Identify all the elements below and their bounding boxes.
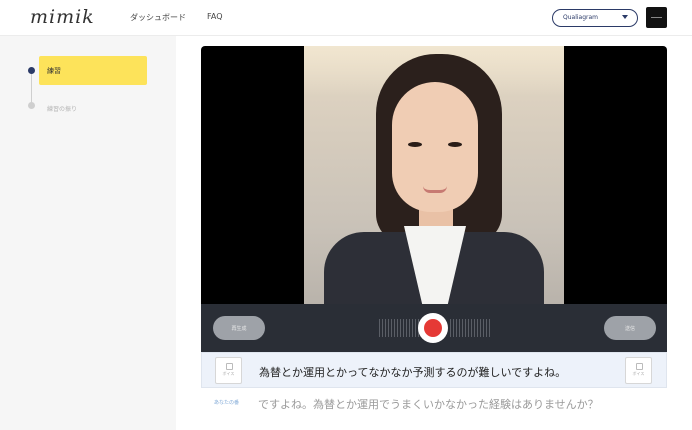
voice-icon[interactable]: ボイス [625,357,652,384]
reply-label[interactable]: あなたの番 [214,399,239,406]
avatar-eye-right [448,142,462,147]
voice-icon[interactable]: ボイス [215,357,242,384]
avatar-video [304,46,564,304]
workspace-select-value: Qualiagram [563,14,599,21]
hamburger-icon [651,17,662,18]
waveform-right [450,319,490,337]
suggested-reply: ですよね。為替とか運用でうまくいかなかった経験はありませんか？ [258,398,599,411]
menu-button[interactable] [646,7,667,28]
step-review[interactable]: 練習の振り [47,104,77,113]
step-connector [31,71,32,104]
avatar-mouth [423,186,447,193]
regenerate-button[interactable]: 再生成 [213,316,265,340]
avatar-eye-left [408,142,422,147]
sidebar [0,36,176,430]
chevron-down-icon [622,15,628,19]
step-indicator-inactive [28,102,35,109]
app-logo[interactable]: mimik [30,6,95,28]
step-indicator-active [28,67,35,74]
avatar-subtitle: 為替とか運用とかってなかなか予測するのが難しいですよね。 [259,366,567,379]
workspace-select[interactable]: Qualiagram [552,9,638,27]
avatar-face [392,82,478,212]
record-button[interactable] [418,313,448,343]
nav-dashboard[interactable]: ダッシュボード [130,12,186,23]
step-practice[interactable]: 練習 [39,56,147,85]
nav-faq[interactable]: FAQ [207,12,223,21]
video-panel [201,46,667,304]
send-button[interactable]: 送信 [604,316,656,340]
record-icon [424,319,442,337]
top-bar: mimik ダッシュボード FAQ Qualiagram [0,0,692,36]
control-bar: 再生成 送信 [201,304,667,352]
subtitle-bar: ボイス 為替とか運用とかってなかなか予測するのが難しいですよね。 ボイス [201,352,667,388]
waveform-left [379,319,419,337]
